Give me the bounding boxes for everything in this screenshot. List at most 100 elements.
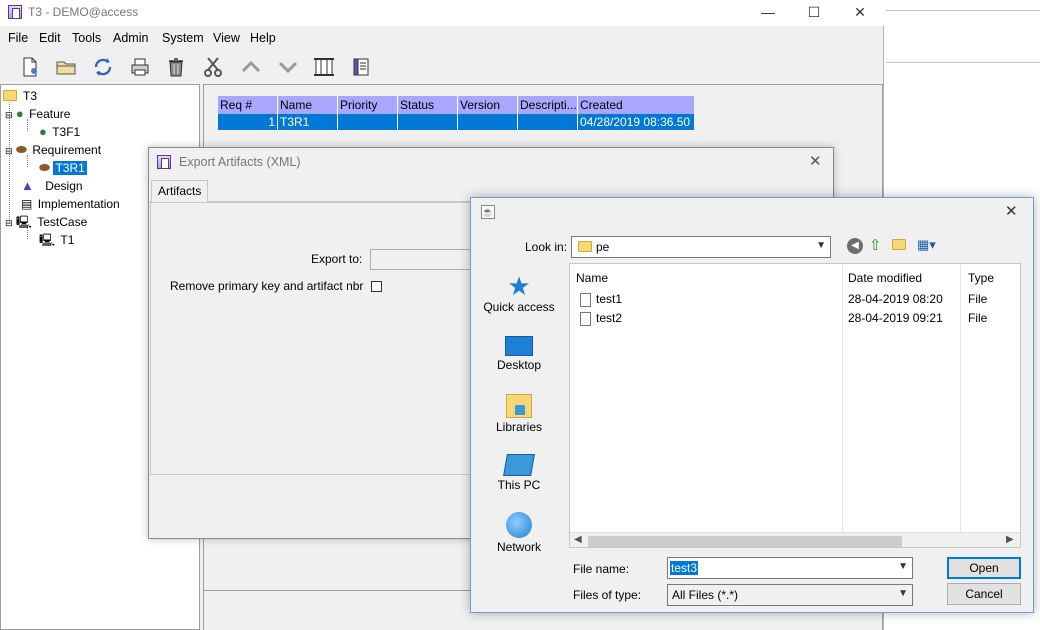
requirements-grid[interactable]: Req # Name Priority Status Version Descr…: [218, 96, 694, 130]
tree-node-root[interactable]: T3: [3, 87, 39, 105]
col-description[interactable]: Descripti...: [518, 96, 578, 114]
view-menu-icon[interactable]: ▦▾: [917, 237, 936, 253]
network-icon: [506, 512, 532, 538]
col-version[interactable]: Version: [458, 96, 518, 114]
computer-icon: 🖳: [39, 233, 56, 247]
app-icon: [8, 5, 22, 19]
open-button[interactable]: Open: [947, 557, 1021, 579]
menu-view[interactable]: View: [213, 31, 240, 45]
file-chooser-dialog: ☕ ✕ Look in: pe ▼ ◀ ⇧ ▦▾ ★ Quick access …: [470, 197, 1034, 613]
computer-icon: 🖳: [15, 215, 32, 229]
print-icon[interactable]: [126, 54, 154, 80]
export-dialog-title: Export Artifacts (XML): [179, 155, 301, 169]
remove-pk-label: Remove primary key and artifact nbr: [170, 279, 364, 293]
col-created[interactable]: Created: [578, 96, 694, 114]
col-header-type[interactable]: Type: [968, 271, 994, 285]
horizontal-scrollbar[interactable]: ◀ ▶: [570, 532, 1020, 547]
place-libraries[interactable]: Libraries: [479, 390, 559, 434]
look-in-combo[interactable]: pe ▼: [571, 236, 831, 258]
file-row-test1[interactable]: test1 28-04-2019 08:20 File: [578, 290, 1018, 309]
refresh-icon[interactable]: [89, 54, 117, 80]
col-header-name[interactable]: Name: [576, 271, 608, 285]
place-desktop[interactable]: Desktop: [479, 332, 559, 372]
files-of-type-combo[interactable]: All Files (*.*) ▼: [667, 584, 913, 606]
close-button[interactable]: ✕: [837, 0, 883, 26]
cancel-button[interactable]: Cancel: [947, 583, 1021, 605]
move-down-icon[interactable]: [274, 54, 302, 80]
table-row[interactable]: 1 T3R1 04/28/2019 08:36.50: [218, 114, 694, 130]
globe-icon: ●: [39, 124, 47, 139]
app-icon: [157, 155, 171, 169]
tree-node-requirement[interactable]: ⊟ ⬬ Requirement: [5, 141, 103, 159]
maximize-button[interactable]: ☐: [791, 0, 837, 26]
up-folder-icon[interactable]: ⇧: [869, 236, 882, 254]
file-row-test2[interactable]: test2 28-04-2019 09:21 File: [578, 309, 1018, 328]
stone-icon: ⬬: [39, 160, 51, 175]
menu-bar: File Edit Tools Admin System View Help: [0, 28, 884, 50]
background-divider: [886, 10, 1040, 11]
menu-system[interactable]: System: [162, 31, 204, 45]
file-name-input[interactable]: test3: [670, 561, 699, 575]
computer-icon: [503, 454, 535, 476]
collapse-icon: ⊟: [5, 110, 13, 120]
scroll-icon[interactable]: [347, 54, 375, 80]
tree-node-feature-t3f1[interactable]: ● T3F1: [39, 123, 82, 141]
move-up-icon[interactable]: [237, 54, 265, 80]
open-folder-icon[interactable]: [52, 54, 80, 80]
close-icon[interactable]: ✕: [809, 152, 822, 170]
sort-ascending-icon: ⌃: [702, 263, 711, 271]
chevron-down-icon: ▼: [898, 588, 908, 599]
place-quick-access[interactable]: ★ Quick access: [479, 272, 559, 314]
tree-node-implementation[interactable]: ▤ Implementation: [21, 195, 122, 213]
tab-artifacts[interactable]: Artifacts: [151, 180, 209, 202]
stone-icon: ⬬: [15, 142, 27, 157]
place-network[interactable]: Network: [479, 510, 559, 554]
java-icon: ☕: [481, 205, 495, 219]
place-this-pc[interactable]: This PC: [479, 450, 559, 492]
export-to-field[interactable]: [370, 249, 480, 270]
back-icon[interactable]: ◀: [847, 238, 863, 254]
col-header-date[interactable]: Date modified: [848, 271, 922, 285]
col-status[interactable]: Status: [398, 96, 458, 114]
menu-help[interactable]: Help: [250, 31, 276, 45]
trash-icon[interactable]: [162, 54, 190, 80]
menu-tools[interactable]: Tools: [72, 31, 101, 45]
globe-icon: ●: [15, 106, 24, 121]
new-document-icon[interactable]: [16, 54, 44, 80]
scroll-left-icon[interactable]: ◀: [574, 534, 582, 545]
title-bar: T3 - DEMO@access — ☐ ✕: [0, 0, 884, 26]
scrollbar-thumb[interactable]: [588, 536, 902, 547]
tree-node-design[interactable]: ▲ Design: [21, 177, 85, 195]
tree-node-feature[interactable]: ⊟ ● Feature: [5, 105, 72, 123]
columns-icon[interactable]: [310, 54, 338, 80]
export-to-label: Export to:: [311, 252, 363, 266]
menu-edit[interactable]: Edit: [39, 31, 61, 45]
places-bar: ★ Quick access Desktop Libraries This PC…: [483, 262, 554, 562]
document-icon: ▤: [21, 197, 33, 211]
file-list[interactable]: ⌃ Name Date modified Type test1 28-04-20…: [569, 263, 1021, 548]
files-of-type-label: Files of type:: [573, 588, 642, 602]
close-icon[interactable]: ✕: [1005, 202, 1018, 220]
cut-icon[interactable]: [199, 54, 227, 80]
col-priority[interactable]: Priority: [338, 96, 398, 114]
folder-icon: [578, 241, 592, 252]
scroll-right-icon[interactable]: ▶: [1006, 534, 1014, 545]
tree-node-testcase[interactable]: ⊟ 🖳 TestCase: [5, 213, 89, 231]
minimize-button[interactable]: —: [745, 0, 791, 26]
file-icon: [580, 312, 591, 326]
file-name-combo[interactable]: test3 ▼: [667, 557, 913, 579]
col-req-number[interactable]: Req #: [218, 96, 278, 114]
menu-file[interactable]: File: [8, 31, 28, 45]
menu-admin[interactable]: Admin: [113, 31, 148, 45]
chevron-down-icon: ▼: [898, 561, 908, 572]
design-icon: ▲: [21, 178, 34, 193]
folder-icon: [3, 90, 17, 101]
tree-node-testcase-t1[interactable]: 🖳 T1: [39, 231, 76, 249]
chevron-down-icon: ▼: [816, 240, 826, 251]
look-in-label: Look in:: [525, 240, 568, 254]
star-icon: ★: [507, 271, 531, 301]
remove-pk-checkbox[interactable]: [371, 281, 382, 292]
col-name[interactable]: Name: [278, 96, 338, 114]
desktop-icon: [505, 336, 533, 356]
tree-node-requirement-t3r1[interactable]: ⬬ T3R1: [39, 159, 87, 177]
